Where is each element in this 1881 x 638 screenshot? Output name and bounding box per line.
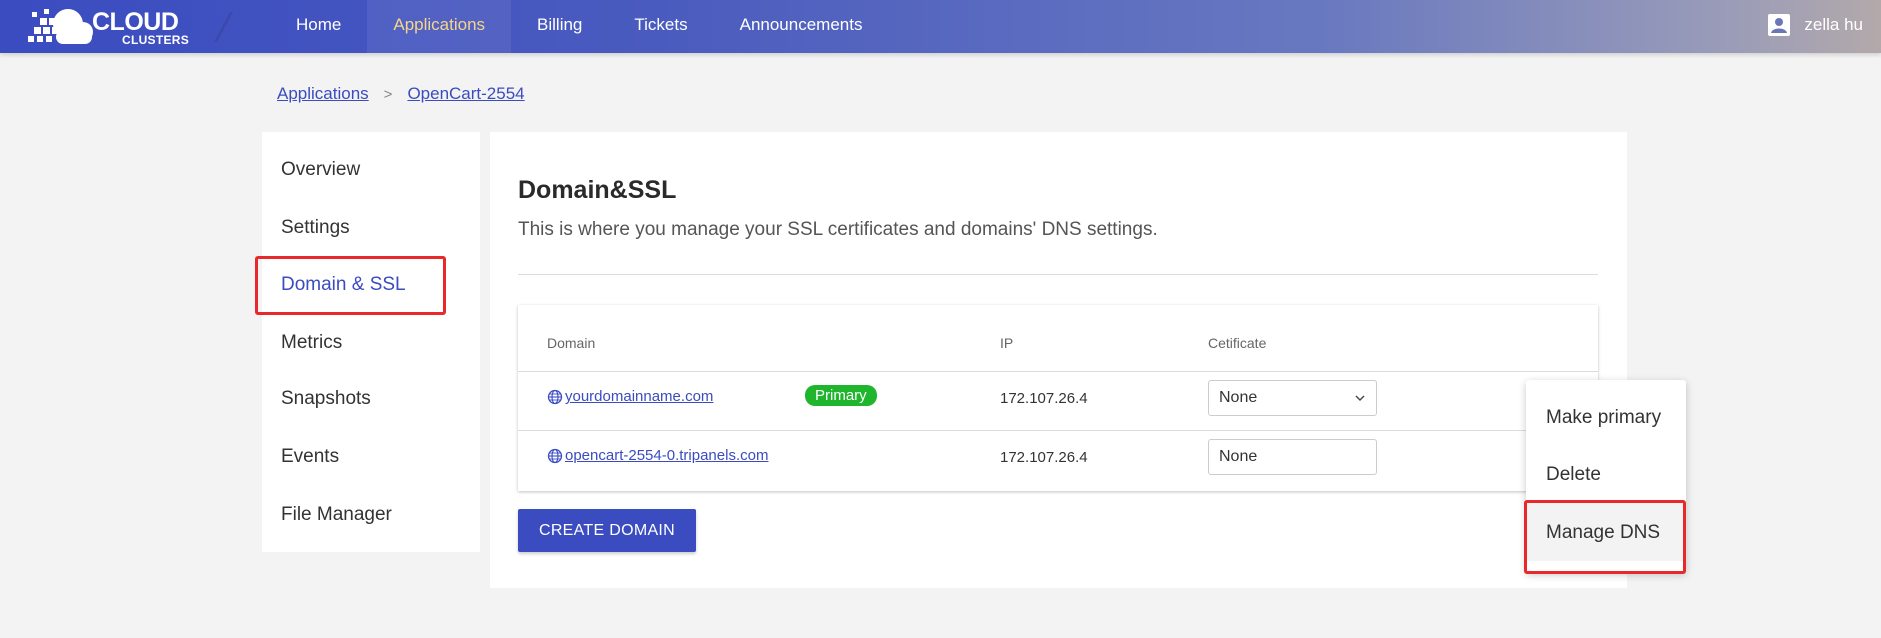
user-menu[interactable]: zella hu — [1768, 0, 1863, 49]
domain-ssl-highlight-box — [255, 256, 446, 315]
cloud-logo-icon — [28, 9, 93, 44]
breadcrumb-applications[interactable]: Applications — [277, 84, 369, 104]
globe-icon — [547, 448, 563, 463]
user-name: zella hu — [1804, 14, 1863, 34]
breadcrumb-separator: > — [383, 85, 393, 103]
nav-billing[interactable]: Billing — [511, 0, 608, 53]
sidebar-item-metrics[interactable]: Metrics — [281, 332, 342, 354]
certificate-field[interactable]: None — [1208, 439, 1377, 475]
domain-link[interactable]: yourdomainname.com — [565, 388, 713, 405]
main-nav: Home Applications Billing Tickets Announ… — [270, 0, 888, 53]
domain-table: Domain IP Cetificate yourdomainname.com … — [518, 305, 1598, 622]
logo-divider — [214, 12, 233, 42]
sidebar-item-overview[interactable]: Overview — [281, 159, 360, 181]
domain-link[interactable]: opencart-2554-0.tripanels.com — [565, 447, 768, 464]
breadcrumb-opencart[interactable]: OpenCart-2554 — [407, 84, 524, 104]
divider — [518, 274, 1598, 275]
page-description: This is where you manage your SSL certif… — [518, 219, 1158, 240]
breadcrumb: Applications > OpenCart-2554 — [277, 84, 525, 104]
manage-dns-highlight-box — [1524, 500, 1686, 574]
row-divider — [518, 430, 1598, 431]
certificate-field-value: None — [1219, 448, 1258, 465]
table-row-1-ip: 172.107.26.4 — [1000, 390, 1088, 407]
sidebar-item-settings[interactable]: Settings — [281, 217, 350, 239]
certificate-select-value: None — [1219, 389, 1258, 406]
primary-badge: Primary — [805, 385, 877, 406]
sidebar-item-file-manager[interactable]: File Manager — [281, 504, 392, 526]
column-header-certificate: Cetificate — [1208, 335, 1267, 351]
cloudclusters-logo[interactable]: CLOUD CLUSTERS — [26, 4, 196, 48]
nav-home[interactable]: Home — [270, 0, 367, 53]
create-domain-button[interactable]: CREATE DOMAIN — [518, 509, 696, 552]
domain-table-box: Domain IP Cetificate yourdomainname.com … — [518, 305, 1598, 491]
globe-icon — [547, 389, 563, 404]
certificate-select[interactable]: None — [1208, 380, 1377, 416]
sidebar-item-snapshots[interactable]: Snapshots — [281, 388, 371, 410]
nav-announcements[interactable]: Announcements — [714, 0, 889, 53]
table-row-2-domain: opencart-2554-0.tripanels.com — [547, 447, 768, 464]
table-row-1-domain: yourdomainname.com — [547, 388, 713, 405]
menu-item-make-primary[interactable]: Make primary — [1546, 407, 1661, 429]
nav-applications[interactable]: Applications — [367, 0, 512, 53]
account-icon — [1768, 13, 1791, 36]
row-divider — [518, 371, 1598, 372]
domain-ssl-panel: Domain&SSL This is where you manage your… — [490, 132, 1627, 588]
chevron-down-icon — [1355, 395, 1365, 401]
app-sidebar: Overview Settings Domain & SSL Metrics S… — [262, 132, 480, 552]
column-header-domain: Domain — [547, 335, 596, 351]
menu-item-delete[interactable]: Delete — [1546, 464, 1601, 486]
page-title: Domain&SSL — [518, 176, 677, 204]
column-header-ip: IP — [1000, 335, 1014, 351]
nav-tickets[interactable]: Tickets — [608, 0, 713, 53]
table-row-2-ip: 172.107.26.4 — [1000, 449, 1088, 466]
brand-line2: CLUSTERS — [122, 33, 190, 47]
sidebar-item-events[interactable]: Events — [281, 446, 339, 468]
top-navbar: CLOUD CLUSTERS Home Applications Billing… — [0, 0, 1881, 53]
